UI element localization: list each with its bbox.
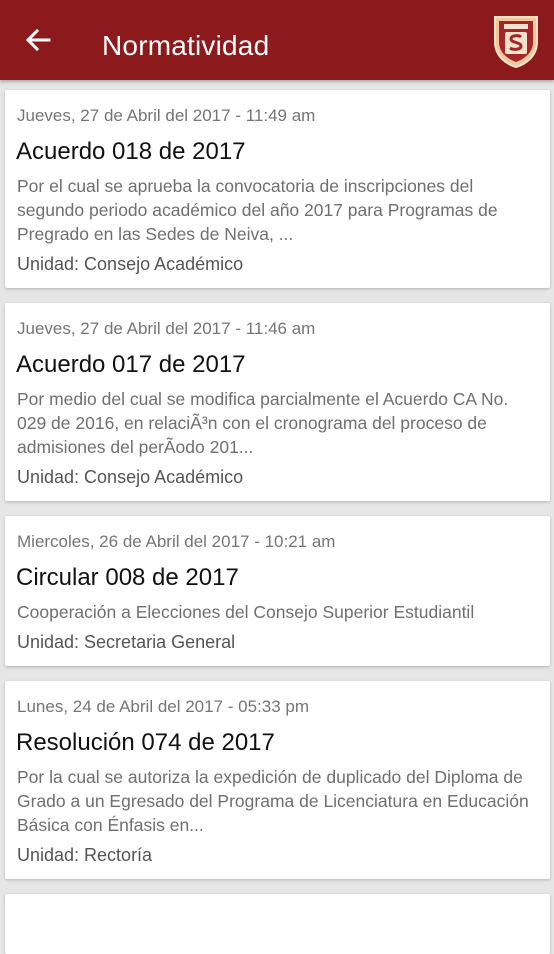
item-date: Jueves, 27 de Abril del 2017 - 11:46 am — [17, 319, 316, 338]
item-unit: Unidad: Secretaria General — [17, 632, 236, 652]
page-title: Normatividad — [102, 30, 270, 61]
item-date: Miercoles, 26 de Abril del 2017 - 10:21 … — [17, 532, 336, 551]
item-summary: Cooperación a Elecciones del Consejo Sup… — [17, 602, 475, 622]
arrow-back-icon — [25, 29, 51, 51]
list-item[interactable]: Miercoles, 26 de Abril del 2017 - 10:21 … — [5, 516, 550, 666]
item-title: Acuerdo 018 de 2017 — [16, 138, 246, 165]
item-date: Jueves, 27 de Abril del 2017 - 11:49 am — [17, 106, 316, 125]
list-item[interactable] — [5, 894, 550, 954]
item-unit: Unidad: Rectoría — [17, 845, 153, 865]
university-shield-logo — [494, 16, 538, 69]
university-logo[interactable] — [492, 14, 540, 69]
item-unit: Unidad: Consejo Académico — [17, 254, 244, 274]
item-title: Resolución 074 de 2017 — [16, 729, 275, 756]
list-item[interactable]: Jueves, 27 de Abril del 2017 - 11:46 am … — [5, 303, 550, 501]
item-title: Circular 008 de 2017 — [16, 564, 239, 591]
item-summary: Por el cual se aprueba la convocatoria d… — [17, 176, 498, 244]
list-item[interactable]: Lunes, 24 de Abril del 2017 - 05:33 pm R… — [5, 681, 550, 879]
item-summary: Por la cual se autoriza la expedición de… — [17, 767, 529, 835]
list-item[interactable]: Jueves, 27 de Abril del 2017 - 11:49 am … — [5, 90, 550, 288]
item-summary: Por medio del cual se modifica parcialme… — [17, 389, 509, 457]
item-unit: Unidad: Consejo Académico — [17, 467, 244, 487]
back-button[interactable] — [18, 22, 58, 58]
item-title: Acuerdo 017 de 2017 — [16, 351, 246, 378]
item-date: Lunes, 24 de Abril del 2017 - 05:33 pm — [17, 697, 310, 716]
app-bar: Normatividad — [0, 0, 554, 80]
